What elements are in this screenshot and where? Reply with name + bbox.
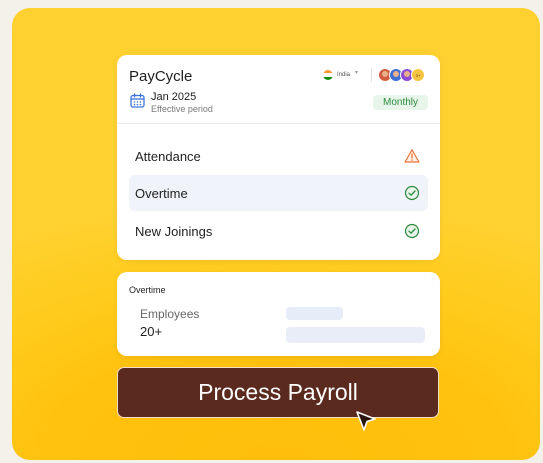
checklist-item-label: Overtime <box>135 186 188 201</box>
checklist-item-attendance[interactable]: Attendance <box>129 138 428 174</box>
checklist-item-overtime[interactable]: Overtime <box>129 175 428 211</box>
country-selector[interactable]: India <box>323 70 350 80</box>
employees-value: 20+ <box>140 324 163 339</box>
app-title: PayCycle <box>129 68 193 85</box>
period-date: Jan 2025 <box>151 91 197 103</box>
avatar-overflow-count: 3+ <box>411 68 425 82</box>
frequency-badge[interactable]: Monthly <box>373 95 428 110</box>
india-flag-icon <box>323 70 333 80</box>
checklist-item-new-joinings[interactable]: New Joinings <box>129 213 428 249</box>
header-divider <box>371 68 372 82</box>
employees-label: Employees <box>140 307 200 321</box>
check-circle-icon <box>404 185 420 201</box>
checklist-item-label: New Joinings <box>135 224 213 239</box>
skeleton-bar <box>286 307 343 320</box>
chevron-down-icon[interactable]: ▾ <box>355 69 358 76</box>
check-circle-icon <box>404 223 420 239</box>
overtime-detail-card: Overtime Employees 20+ <box>117 272 440 356</box>
country-label: India <box>337 72 351 78</box>
calendar-icon <box>130 93 145 108</box>
paycycle-card: PayCycle India ▾ 3+ Jan 2025 Effective p… <box>117 55 440 260</box>
process-payroll-button[interactable]: Process Payroll <box>117 367 439 418</box>
avatar-group[interactable]: 3+ <box>378 68 425 82</box>
detail-title: Overtime <box>129 285 166 295</box>
period-label: Effective period <box>151 104 213 114</box>
warning-icon <box>404 149 420 163</box>
checklist-item-label: Attendance <box>135 149 201 164</box>
skeleton-bar <box>286 327 425 343</box>
cursor-pointer-icon <box>356 411 376 431</box>
card-header: PayCycle India ▾ 3+ Jan 2025 Effective p… <box>117 55 440 124</box>
